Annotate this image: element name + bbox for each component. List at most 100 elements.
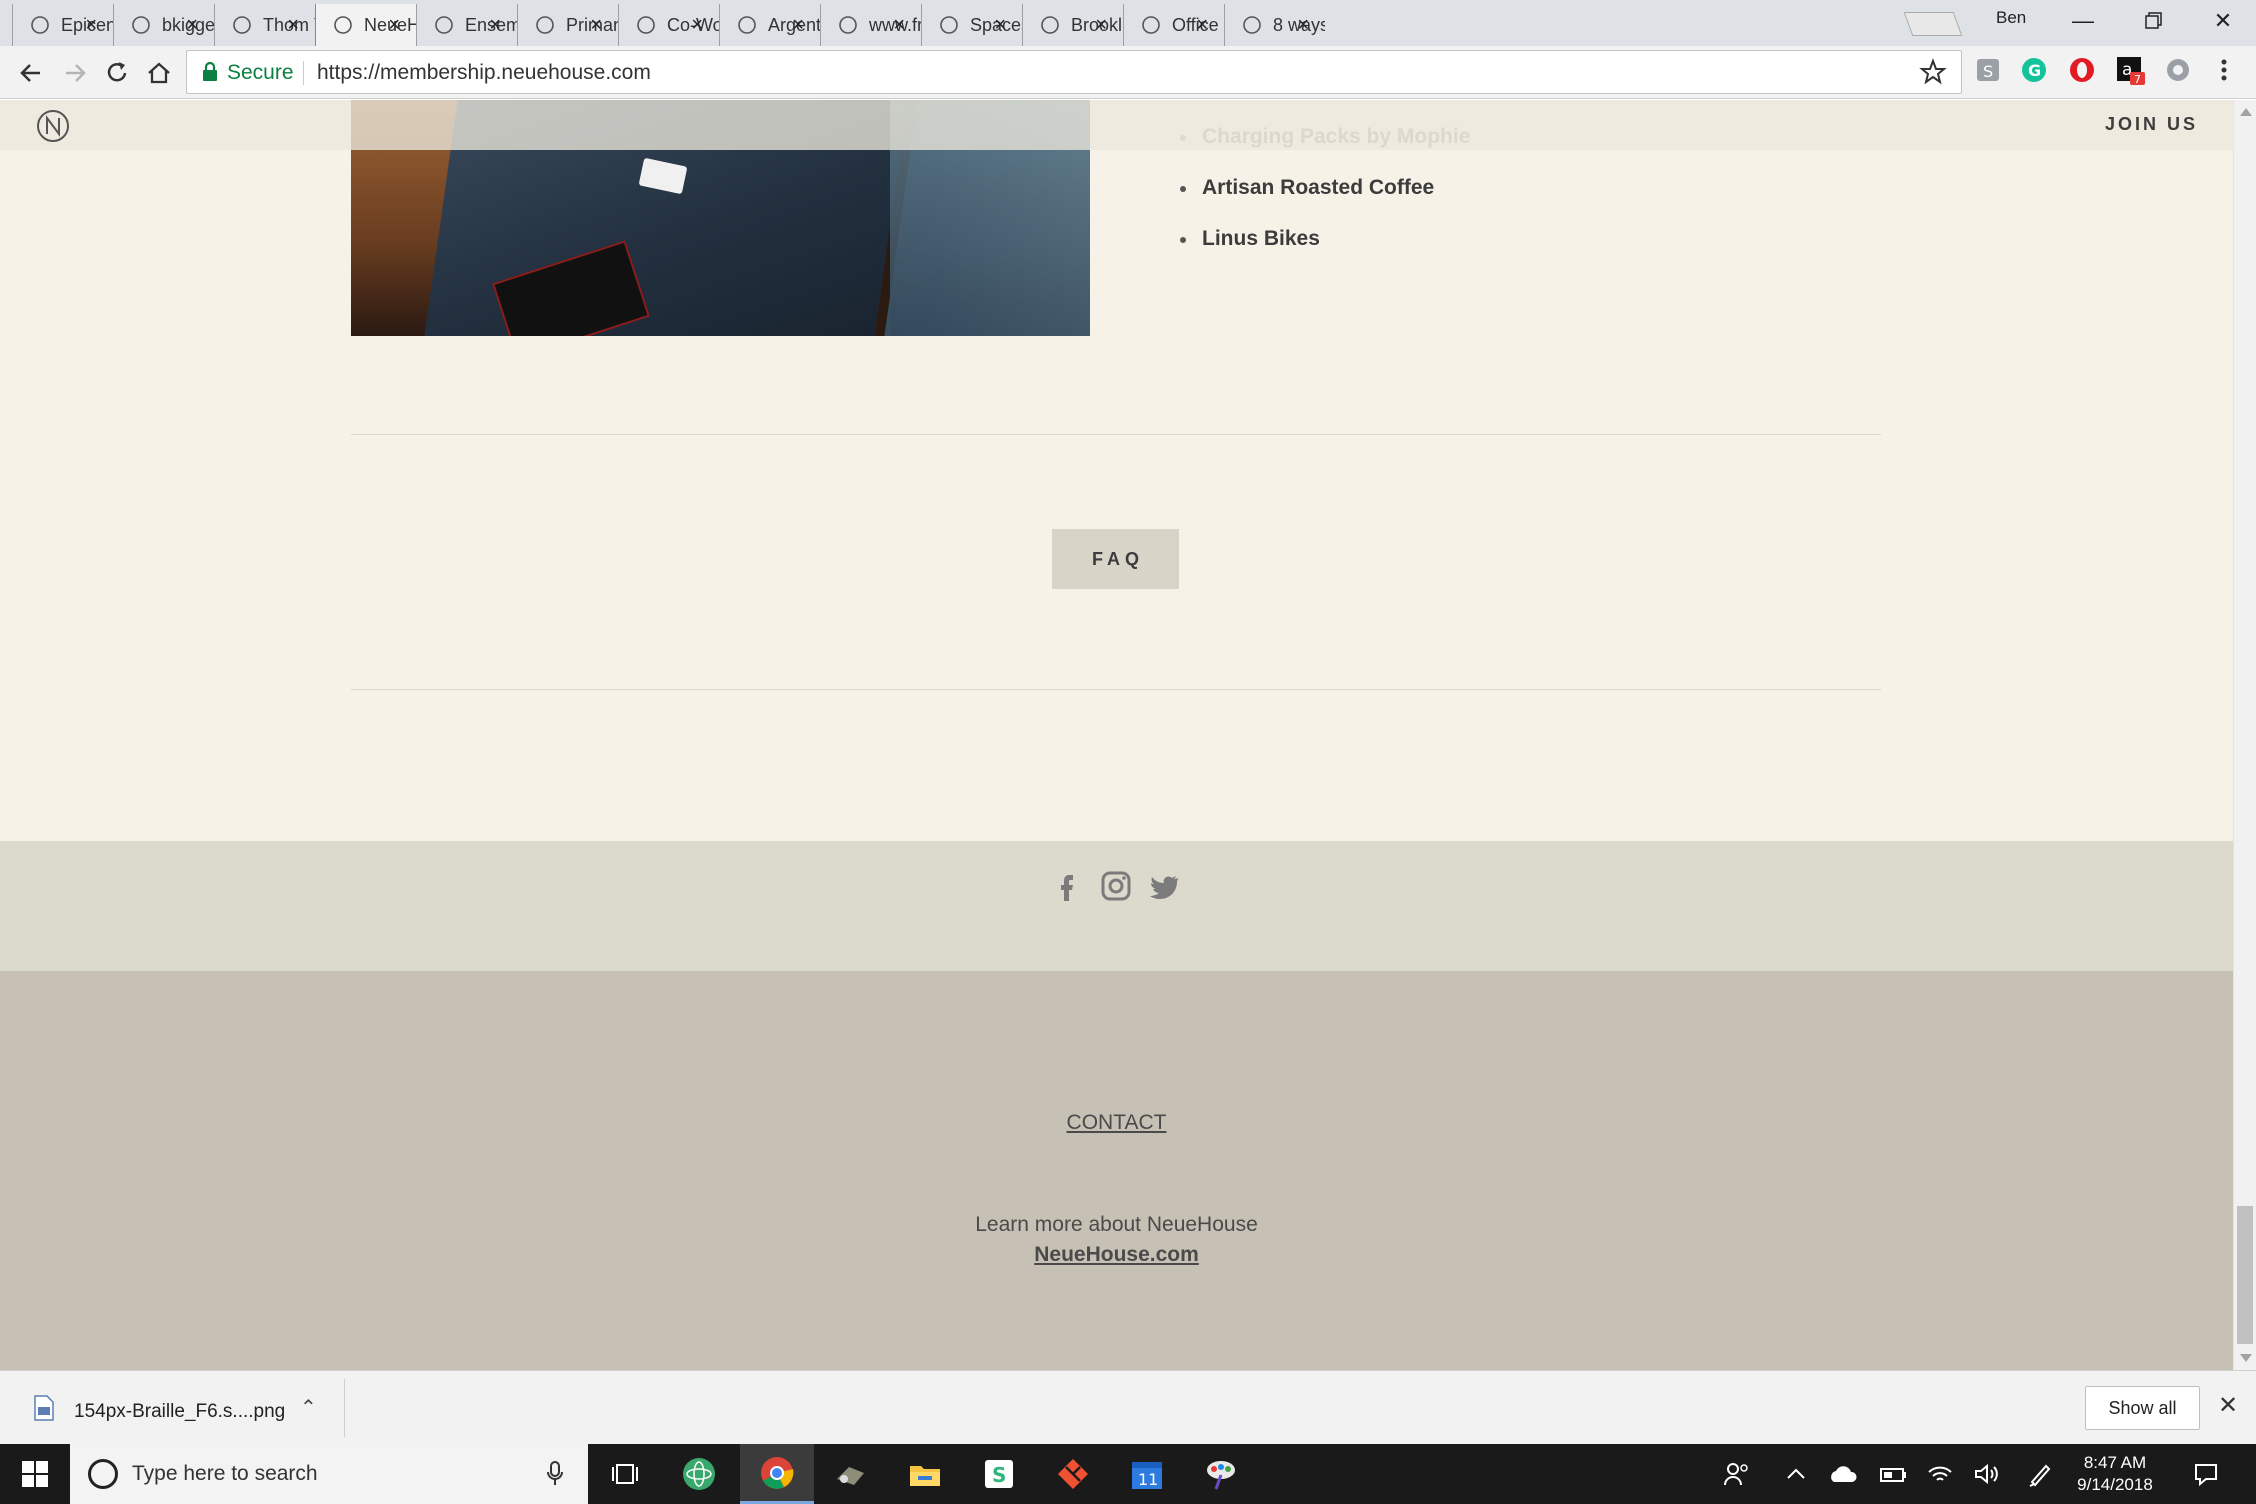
calendar-app-icon[interactable]: 11 [1110,1444,1184,1504]
forward-arrow-icon [66,64,86,82]
task-view-icon[interactable] [588,1444,662,1504]
browser-tab[interactable]: bkigge × [113,4,214,46]
omnibox-divider [303,61,304,85]
downloaded-file-name[interactable]: 154px-Braille_F6.s....png [74,1401,285,1423]
tab-close-icon[interactable]: × [893,14,905,36]
onedrive-cloud-icon[interactable] [1828,1460,1857,1488]
browser-tab[interactable]: www.fr × [820,4,921,46]
people-icon[interactable] [1722,1460,1750,1488]
grammarly-extension-icon[interactable]: G [2020,56,2048,84]
neuehouse-site-link[interactable]: NeueHouse.com [0,1243,2233,1267]
restore-icon[interactable] [2126,4,2180,38]
instagram-icon[interactable] [1099,869,1133,903]
forward-button[interactable] [58,56,92,90]
profile-button[interactable]: Ben [1996,8,2026,28]
tab-close-icon[interactable]: × [489,14,501,36]
epicenter-icon [29,14,51,36]
browser-tab[interactable]: Spaces× [921,4,1022,46]
windows-start-icon[interactable] [0,1444,70,1504]
tab-close-icon[interactable]: × [287,14,299,36]
paint-app-icon[interactable] [1184,1444,1258,1504]
lock-icon [203,61,217,81]
pen-workspace-icon[interactable] [2026,1460,2054,1488]
atom-app-icon[interactable] [662,1444,736,1504]
wifi-icon[interactable] [1926,1460,1954,1488]
address-bar[interactable]: Secure https://membership.neuehouse.com [186,50,1962,94]
opera-extension-icon[interactable] [2068,56,2096,84]
home-button[interactable] [142,56,176,90]
stylish-extension-icon[interactable]: S [1974,56,2002,84]
chrome-app-icon[interactable] [740,1444,814,1504]
browser-tab[interactable]: Thom Y× [214,4,315,46]
secure-label: Secure [227,61,294,84]
tab-close-icon[interactable]: × [590,14,602,36]
browser-toolbar: Secure https://membership.neuehouse.com … [0,46,2256,99]
tab-close-icon[interactable]: × [186,14,198,36]
window-close-icon[interactable]: ✕ [2196,4,2250,38]
browser-tab[interactable]: Argent × [719,4,820,46]
tab-close-icon[interactable]: × [994,14,1006,36]
primary-icon [534,14,556,36]
git-app-icon[interactable] [1036,1444,1110,1504]
settings-extension-icon[interactable] [2164,56,2192,84]
chrome-menu-icon[interactable] [2210,56,2238,84]
show-all-downloads-button[interactable]: Show all [2085,1386,2200,1430]
browser-tab[interactable]: Ensem × [416,4,517,46]
browser-tab-strip: Epicent×bkigge×Thom Y×NeueH×Ensem×Priman… [0,0,2256,46]
social-links-band [0,841,2233,971]
download-shelf: 154px-Braille_F6.s....png ⌃ Show all ✕ [0,1370,2256,1444]
reload-icon [107,62,127,82]
tab-close-icon[interactable]: × [691,14,703,36]
windows-taskbar: Type here to search S 11 8:47 AM 9/14/20… [0,1444,2256,1504]
amazon-extension-icon[interactable]: a7 [2116,56,2145,86]
browser-tab[interactable]: Priman × [517,4,618,46]
browser-tab[interactable]: 8 ways × [1224,4,1325,46]
faq-button[interactable]: FAQ [1052,529,1179,589]
minimize-icon[interactable]: — [2056,4,2110,38]
reload-button[interactable] [100,56,134,90]
download-options-chevron-icon[interactable]: ⌃ [300,1395,317,1420]
scrollbar-thumb[interactable] [2237,1206,2253,1344]
microphone-icon[interactable] [546,1460,564,1488]
join-us-link[interactable]: JOIN US [2105,114,2198,135]
brooklyn-icon [1039,14,1061,36]
browser-tab[interactable]: Office × [1123,4,1224,46]
contact-link[interactable]: CONTACT [0,1111,2233,1135]
search-placeholder: Type here to search [132,1462,318,1485]
tab-close-icon[interactable]: × [388,14,400,36]
battery-icon[interactable] [1878,1460,1906,1488]
tab-close-icon[interactable]: × [85,14,97,36]
slack-app-icon[interactable]: S [962,1444,1036,1504]
twitter-icon[interactable] [1147,869,1181,903]
snip-tool-app-icon[interactable] [814,1444,888,1504]
taskbar-search-box[interactable]: Type here to search [70,1444,588,1504]
new-tab-button[interactable] [1903,12,1963,36]
tab-close-icon[interactable]: × [792,14,804,36]
file-explorer-icon[interactable] [888,1444,962,1504]
scroll-up-arrow-icon[interactable] [2240,108,2252,116]
close-shelf-icon[interactable]: ✕ [2218,1391,2238,1420]
amenity-item: Artisan Roasted Coffee [1178,176,1588,227]
neuehouse-logo-icon[interactable] [36,109,70,143]
page-scrollbar[interactable] [2233,100,2256,1370]
action-center-icon[interactable] [2192,1460,2220,1488]
browser-tab[interactable]: Epicent× [12,4,113,46]
back-button[interactable] [14,56,48,90]
tab-close-icon[interactable]: × [1196,14,1208,36]
volume-icon[interactable] [1972,1460,2000,1488]
browser-tab[interactable]: Co-Wo × [618,4,719,46]
system-clock[interactable]: 8:47 AM 9/14/2018 [2060,1452,2170,1496]
tab-close-icon[interactable]: × [1095,14,1107,36]
bookmark-star-icon[interactable] [1919,58,1947,86]
scroll-down-arrow-icon[interactable] [2240,1354,2252,1362]
browser-tab[interactable]: Brookl × [1022,4,1123,46]
url-text[interactable]: https://membership.neuehouse.com [317,61,651,85]
tab-close-icon[interactable]: × [1297,14,1309,36]
extension-badge: 7 [2134,73,2141,86]
facebook-icon[interactable] [1050,869,1084,903]
show-hidden-icons-chevron-icon[interactable] [1782,1460,1810,1488]
site-footer: CONTACT Learn more about NeueHouse NeueH… [0,971,2233,1370]
browser-tab[interactable]: NeueH × [315,4,416,46]
page-icon [837,14,859,36]
clock-date: 9/14/2018 [2077,1475,2153,1494]
